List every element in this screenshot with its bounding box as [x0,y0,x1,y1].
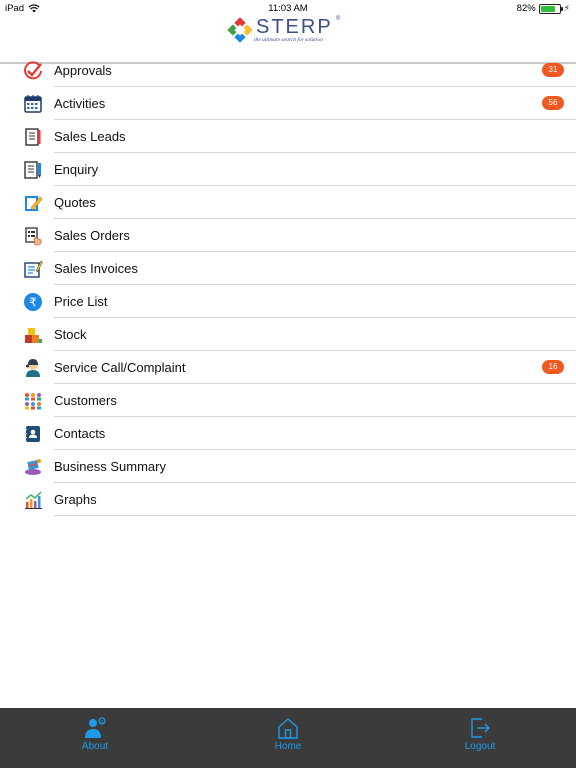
status-time: 11:03 AM [268,3,308,14]
contact-book-icon [25,426,40,442]
app-header: STERP ® the ultimate search for solution [0,14,576,64]
charging-bolt-icon: ⚡ [563,3,570,13]
sterp-logo: STERP ® the ultimate search for solution [226,16,346,46]
bar-graph-icon [25,491,42,509]
bottom-tab-bar: @ About Home Logout [0,708,576,768]
menu-item-label: Quotes [54,195,96,210]
support-agent-icon [26,359,40,377]
calendar-icon [24,95,42,113]
battery-icon [538,3,563,14]
logo-diamond-icon [227,17,253,43]
stock-boxes-icon [25,328,42,343]
people-group-icon [25,393,41,410]
tab-home[interactable]: Home [228,708,348,768]
menu-item-sales-orders[interactable]: Sales Orders [0,219,576,252]
rupee-icon: ₹ [24,293,42,311]
status-right: 82% ⚡ [517,3,570,14]
battery-fill [540,5,556,12]
menu-item-label: Sales Leads [54,129,126,144]
tab-label: About [81,741,109,752]
menu-item-approvals[interactable]: Approvals 31 [0,54,576,87]
menu-item-stock[interactable]: Stock [0,318,576,351]
menu-item-label: Service Call/Complaint [54,360,186,375]
menu-item-label: Contacts [54,426,106,441]
menu-item-sales-leads[interactable]: Sales Leads [0,120,576,153]
logout-icon [471,718,490,738]
menu-item-price-list[interactable]: ₹ Price List [0,285,576,318]
menu-item-label: Enquiry [54,162,99,177]
menu-item-label: Approvals [54,63,112,78]
menu-item-customers[interactable]: Customers [0,384,576,417]
about-user-icon: @ [85,717,106,738]
service-call-count-badge: 16 [542,360,564,374]
quote-pencil-icon [25,196,43,211]
tab-logout[interactable]: Logout [420,708,540,768]
menu-item-label: Business Summary [54,459,166,474]
battery-tip [560,6,563,11]
menu-item-enquiry[interactable]: Enquiry [0,153,576,186]
order-hand-icon [25,227,42,246]
menu-item-activities[interactable]: Activities 56 [0,87,576,120]
svg-text:₹: ₹ [29,296,37,310]
document-pen-icon [24,161,41,179]
menu-item-contacts[interactable]: Contacts [0,417,576,450]
divider [54,515,576,516]
home-icon [278,718,298,739]
logo-registered-mark: ® [336,16,341,22]
menu-item-quotes[interactable]: Quotes [0,186,576,219]
business-summary-icon [25,459,41,475]
approvals-check-icon [24,61,42,80]
menu-item-label: Graphs [54,492,97,507]
tab-label: Home [274,741,302,752]
menu-item-label: Sales Invoices [54,261,138,276]
main-menu: Approvals 31 Activities 56 Sales Leads E… [0,54,576,516]
menu-item-label: Customers [54,393,117,408]
tab-label: Logout [464,741,496,752]
menu-item-graphs[interactable]: Graphs [0,483,576,516]
notebook-icon [25,128,41,146]
invoice-icon [24,260,43,278]
battery-percent: 82% [516,3,536,14]
logo-text: STERP [256,16,333,38]
logo-tagline: the ultimate search for solution [254,37,323,43]
menu-item-service-call-complaint[interactable]: Service Call/Complaint 16 [0,351,576,384]
menu-item-sales-invoices[interactable]: Sales Invoices [0,252,576,285]
activities-count-badge: 56 [542,96,564,110]
menu-item-label: Stock [54,327,87,342]
tab-about[interactable]: @ About [35,708,155,768]
menu-item-label: Price List [54,294,108,309]
menu-item-label: Sales Orders [54,228,130,243]
svg-text:@: @ [100,719,104,724]
approvals-count-badge: 31 [542,63,564,77]
menu-item-business-summary[interactable]: Business Summary [0,450,576,483]
menu-item-label: Activities [54,96,106,111]
